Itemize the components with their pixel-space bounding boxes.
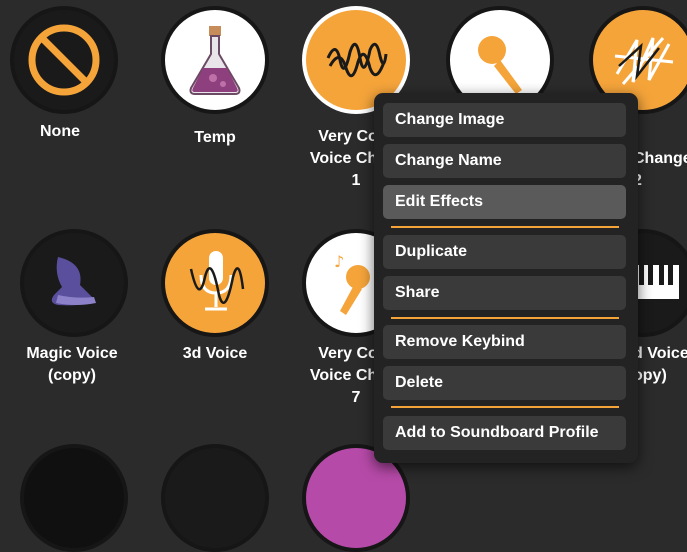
voice-label-line3: 2 bbox=[633, 170, 687, 192]
context-menu: Change Image Change Name Edit Effects Du… bbox=[374, 93, 638, 463]
delete-menu-item[interactable]: Delete bbox=[383, 366, 626, 400]
voice-label-line2: (copy) bbox=[48, 367, 96, 384]
voice-label-line2: opy) bbox=[633, 367, 667, 384]
svg-text:♪: ♪ bbox=[334, 252, 344, 271]
menu-separator bbox=[391, 226, 619, 228]
duplicate-menu-item[interactable]: Duplicate bbox=[383, 235, 626, 269]
wizard-hat-icon bbox=[20, 229, 128, 337]
none-prohibited-icon bbox=[10, 6, 118, 114]
menu-separator bbox=[391, 317, 619, 319]
voice-label-line1: d Voice bbox=[633, 345, 687, 362]
voice-tile-partial[interactable] bbox=[161, 444, 269, 552]
microphone-squiggle-icon bbox=[161, 229, 269, 337]
edit-effects-menu-item[interactable]: Edit Effects bbox=[383, 185, 626, 219]
potion-flask-icon bbox=[161, 6, 269, 114]
change-name-menu-item[interactable]: Change Name bbox=[383, 144, 626, 178]
voice-tile-partial[interactable] bbox=[20, 444, 128, 552]
remove-keybind-menu-item[interactable]: Remove Keybind bbox=[383, 325, 626, 359]
add-to-soundboard-profile-menu-item[interactable]: Add to Soundboard Profile bbox=[383, 416, 626, 450]
voice-label-line2: Change bbox=[633, 150, 687, 167]
voice-label: None bbox=[40, 123, 80, 140]
change-image-menu-item[interactable]: Change Image bbox=[383, 103, 626, 137]
share-menu-item[interactable]: Share bbox=[383, 276, 626, 310]
menu-separator bbox=[391, 406, 619, 408]
